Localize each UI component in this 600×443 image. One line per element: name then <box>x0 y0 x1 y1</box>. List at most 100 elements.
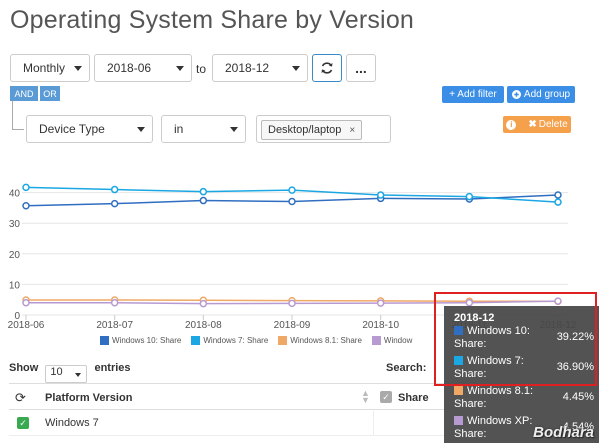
data-point <box>288 197 296 206</box>
x-tick-label: 2018-07 <box>96 320 133 330</box>
refresh-icon[interactable]: ⟳ <box>15 390 26 406</box>
series-swatch <box>454 386 463 395</box>
legend-item-windows-xp[interactable]: Window <box>371 336 413 345</box>
col-share-header[interactable]: Share <box>398 392 429 404</box>
period-value: Monthly <box>23 61 66 75</box>
legend-swatch <box>191 336 201 345</box>
chevron-down-icon <box>176 66 184 71</box>
table-header: ⟳ Platform Version ▲ ▼ ✓ Share <box>9 383 445 410</box>
col-platform-header[interactable]: Platform Version <box>45 392 132 404</box>
legend-swatch <box>278 336 288 345</box>
field-select[interactable]: Device Type <box>26 115 153 143</box>
data-point <box>376 299 385 307</box>
chevron-down-icon <box>230 127 238 132</box>
y-tick-label: 20 <box>9 250 21 261</box>
tooltip-value: 4.45% <box>562 391 594 403</box>
add-filter-button[interactable]: + Add filter <box>442 86 504 103</box>
tooltip-share-label: Share: <box>454 398 487 410</box>
chevron-down-icon <box>137 127 145 132</box>
and-toggle[interactable]: AND <box>10 86 38 101</box>
entries-select[interactable]: 10 <box>45 365 88 383</box>
data-point <box>110 299 119 307</box>
legend-item-windows-8-1[interactable]: Windows 8.1: Share <box>278 336 362 345</box>
data-point <box>22 202 30 210</box>
row-platform: Windows 7 <box>45 417 99 429</box>
legend-item-windows-10[interactable]: Windows 10: Share <box>100 336 181 345</box>
field-value: Device Type <box>39 122 105 136</box>
from-value: 2018-06 <box>107 61 152 75</box>
x-tick-label: 2018-10 <box>362 320 399 330</box>
data-point <box>110 199 119 208</box>
legend-label: Window <box>383 336 413 345</box>
page-title: Operating System Share by Version <box>10 6 415 34</box>
watermark: Bodhara <box>533 424 594 441</box>
sort-icon[interactable]: ▲ ▼ <box>361 389 370 405</box>
period-select[interactable]: Monthly <box>10 54 90 82</box>
legend-item-windows-7[interactable]: Windows 7: Share <box>191 336 268 345</box>
value-tag-label: Desktop/laptop <box>268 124 342 136</box>
data-point <box>22 299 30 307</box>
remove-tag-icon[interactable]: × <box>349 125 355 136</box>
chevron-down-icon <box>74 66 82 71</box>
delete-label: Delete <box>538 119 568 130</box>
data-point <box>288 186 296 194</box>
chevron-down-icon <box>75 373 82 377</box>
legend-swatch <box>371 336 381 345</box>
x-tick-label: 2018-09 <box>274 320 311 330</box>
y-tick-label: 30 <box>9 219 21 230</box>
series-swatch <box>454 416 463 425</box>
data-point <box>199 187 208 196</box>
highlight-box <box>434 292 597 386</box>
tooltip-series-name: Windows 8.1: <box>467 385 534 397</box>
chart-legend: Windows 10: Share Windows 7: Share Windo… <box>100 336 412 345</box>
data-point <box>288 299 296 308</box>
legend-label: Windows 7: Share <box>203 336 269 345</box>
search-label: Search: <box>386 362 427 374</box>
data-point <box>110 185 119 194</box>
plus-circle-icon <box>511 90 521 99</box>
legend-swatch <box>100 336 109 345</box>
close-icon: ✖ <box>528 119 537 130</box>
data-point <box>199 299 208 308</box>
to-value: 2018-12 <box>225 61 270 75</box>
data-point <box>22 183 30 192</box>
operator-value: in <box>174 122 184 136</box>
to-label: to <box>196 62 207 76</box>
filter-group-bracket <box>12 101 24 130</box>
info-icon: i <box>506 119 517 130</box>
x-tick-label: 2018-08 <box>185 320 222 330</box>
to-select[interactable]: 2018-12 <box>212 54 308 82</box>
more-button[interactable]: ... <box>346 54 376 82</box>
value-tag: Desktop/laptop × <box>261 120 363 140</box>
legend-label: Windows 10: Share <box>112 336 182 345</box>
legend-label: Windows 8.1: Share <box>290 336 362 345</box>
tooltip-share-label: Share: <box>454 428 487 440</box>
data-point <box>465 192 474 201</box>
value-tag-input[interactable]: Desktop/laptop × <box>256 115 391 143</box>
more-label: ... <box>355 60 367 76</box>
tooltip-series-name: Windows XP: <box>467 415 533 427</box>
chevron-down-icon <box>292 66 300 71</box>
refresh-button[interactable] <box>312 54 342 82</box>
entries-value: 10 <box>50 366 63 378</box>
refresh-icon <box>321 62 333 74</box>
add-group-label: Add group <box>523 89 571 100</box>
share-checkbox[interactable]: ✓ <box>380 391 392 403</box>
y-tick-label: 40 <box>9 189 21 200</box>
operator-select[interactable]: in <box>161 115 246 143</box>
delete-filter-button[interactable]: i ✖ Delete <box>503 116 571 133</box>
data-point <box>376 191 385 199</box>
row-divider <box>373 411 374 436</box>
or-toggle[interactable]: OR <box>40 86 60 101</box>
row-checkbox[interactable]: ✓ <box>17 417 29 429</box>
x-tick-label: 2018-06 <box>8 320 45 330</box>
table-row[interactable]: ✓ Windows 7 <box>9 411 445 436</box>
data-point <box>554 191 562 199</box>
show-label: Show <box>9 362 39 374</box>
add-filter-label: + Add filter <box>449 89 497 100</box>
data-point <box>199 196 208 205</box>
add-group-button[interactable]: Add group <box>507 86 575 103</box>
y-tick-label: 10 <box>9 280 21 291</box>
from-select[interactable]: 2018-06 <box>94 54 192 82</box>
entries-control: Show 10 entries <box>9 362 131 383</box>
